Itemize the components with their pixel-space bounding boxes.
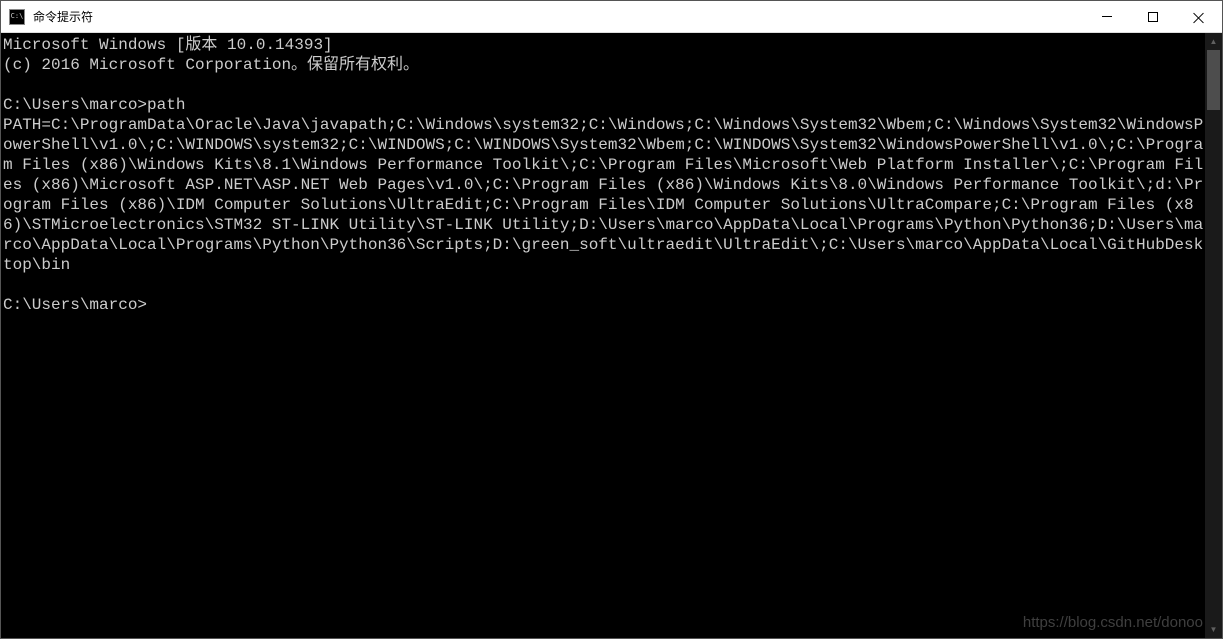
maximize-button[interactable] bbox=[1130, 1, 1176, 32]
terminal-output[interactable]: Microsoft Windows [版本 10.0.14393] (c) 20… bbox=[1, 33, 1205, 638]
cursor bbox=[147, 296, 156, 314]
scroll-track[interactable] bbox=[1205, 50, 1222, 621]
close-button[interactable] bbox=[1176, 1, 1222, 32]
window-controls bbox=[1084, 1, 1222, 32]
version-line: Microsoft Windows [版本 10.0.14393] bbox=[3, 36, 333, 54]
window-title: 命令提示符 bbox=[33, 8, 1084, 25]
copyright-line: (c) 2016 Microsoft Corporation。保留所有权利。 bbox=[3, 56, 419, 74]
app-icon-text: C:\ bbox=[11, 13, 24, 20]
prompt-1: C:\Users\marco> bbox=[3, 96, 147, 114]
command-prompt-window: C:\ 命令提示符 Microsoft Windows [版本 10.0.143… bbox=[0, 0, 1223, 639]
app-icon: C:\ bbox=[9, 9, 25, 25]
prompt-2: C:\Users\marco> bbox=[3, 296, 147, 314]
path-output: PATH=C:\ProgramData\Oracle\Java\javapath… bbox=[3, 116, 1203, 274]
terminal-container: Microsoft Windows [版本 10.0.14393] (c) 20… bbox=[1, 33, 1222, 638]
scroll-thumb[interactable] bbox=[1207, 50, 1220, 110]
maximize-icon bbox=[1148, 12, 1158, 22]
titlebar[interactable]: C:\ 命令提示符 bbox=[1, 1, 1222, 33]
scroll-down-arrow-icon[interactable]: ▼ bbox=[1205, 621, 1222, 638]
vertical-scrollbar[interactable]: ▲ ▼ bbox=[1205, 33, 1222, 638]
minimize-button[interactable] bbox=[1084, 1, 1130, 32]
close-icon bbox=[1193, 11, 1205, 23]
scroll-up-arrow-icon[interactable]: ▲ bbox=[1205, 33, 1222, 50]
command-1: path bbox=[147, 96, 185, 114]
minimize-icon bbox=[1102, 16, 1112, 17]
